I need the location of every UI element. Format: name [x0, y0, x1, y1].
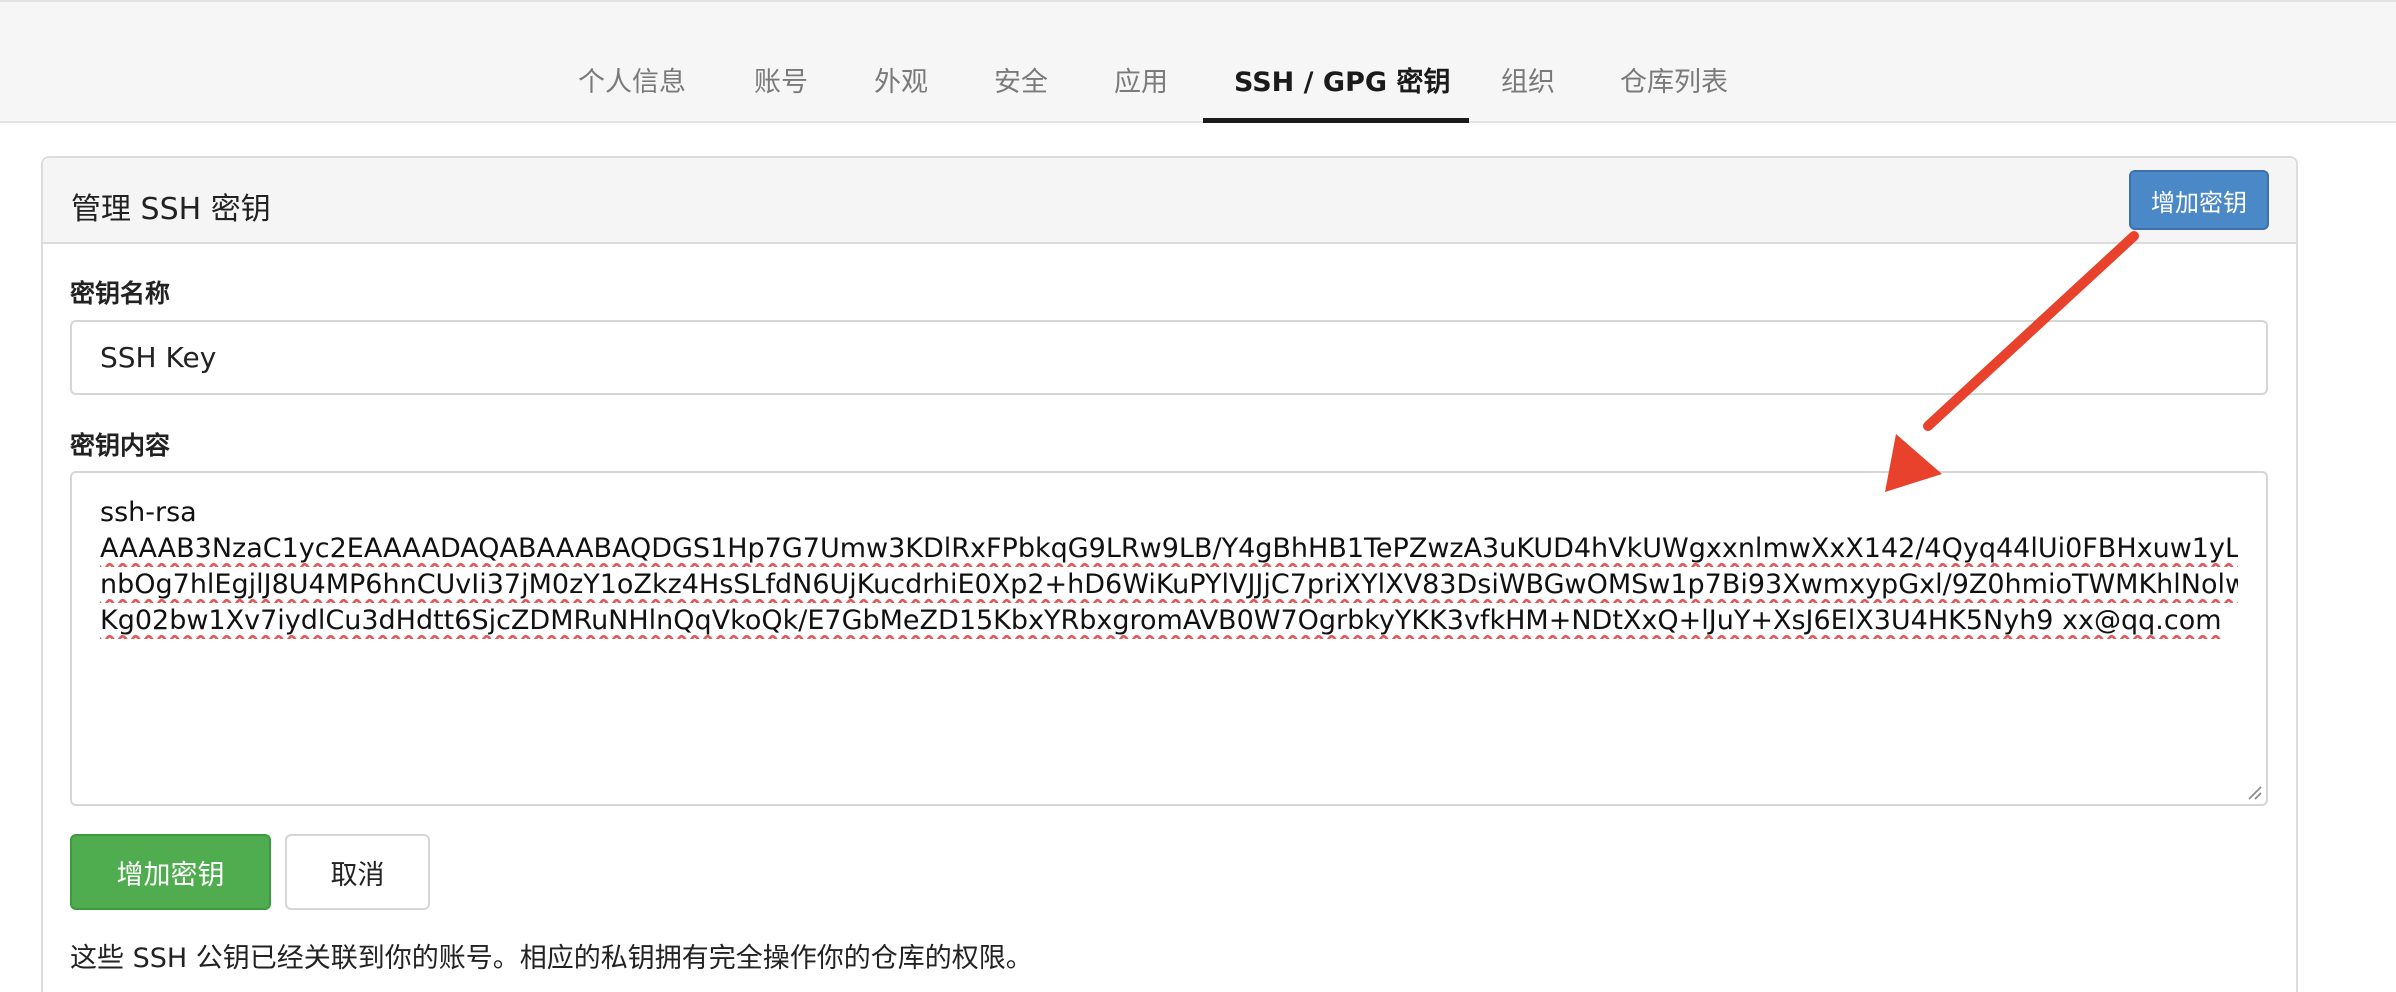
add-key-header-button[interactable]: 增加密钥: [2129, 170, 2269, 230]
submit-add-key-button[interactable]: 增加密钥: [70, 834, 271, 910]
key-name-label: 密钥名称: [70, 279, 171, 308]
tab-appearance[interactable]: 外观: [874, 60, 928, 99]
tab-profile[interactable]: 个人信息: [578, 60, 686, 99]
panel-title: 管理 SSH 密钥: [71, 192, 271, 227]
tab-repositories[interactable]: 仓库列表: [1620, 60, 1728, 99]
key-name-input[interactable]: SSH Key: [70, 320, 2268, 395]
tab-applications[interactable]: 应用: [1114, 60, 1168, 99]
key-content-textarea[interactable]: ssh-rsa AAAAB3NzaC1yc2EAAAADAQABAAABAQDG…: [70, 471, 2268, 806]
tab-ssh-gpg-keys[interactable]: SSH / GPG 密钥: [1234, 60, 1450, 99]
key-content-line: Kg02bw1Xv7iydlCu3dHdtt6SjcZDMRuNHlnQqVko…: [100, 605, 2222, 636]
cancel-button[interactable]: 取消: [285, 834, 430, 910]
tab-security[interactable]: 安全: [994, 60, 1048, 99]
panel-header: 管理 SSH 密钥 增加密钥: [43, 158, 2296, 244]
tabs: 个人信息 账号 外观 安全 应用 SSH / GPG 密钥 组织 仓库列表: [0, 2, 2396, 123]
key-content-label: 密钥内容: [70, 431, 171, 460]
tab-organizations[interactable]: 组织: [1501, 60, 1555, 99]
key-content-line: nbOg7hlEgjlJ8U4MP6hnCUvIi37jM0zY1oZkz4Hs…: [100, 569, 2238, 600]
key-content-line: AAAAB3NzaC1yc2EAAAADAQABAAABAQDGS1Hp7G7U…: [100, 533, 2238, 564]
tab-account[interactable]: 账号: [754, 60, 808, 99]
key-content-line: ssh-rsa: [100, 497, 197, 528]
settings-tab-bar: 个人信息 账号 外观 安全 应用 SSH / GPG 密钥 组织 仓库列表: [0, 0, 2396, 123]
active-tab-indicator: [1203, 118, 1469, 123]
help-text: 这些 SSH 公钥已经关联到你的账号。相应的私钥拥有完全操作你的仓库的权限。: [70, 943, 1033, 974]
resize-handle-icon[interactable]: [2246, 784, 2262, 800]
